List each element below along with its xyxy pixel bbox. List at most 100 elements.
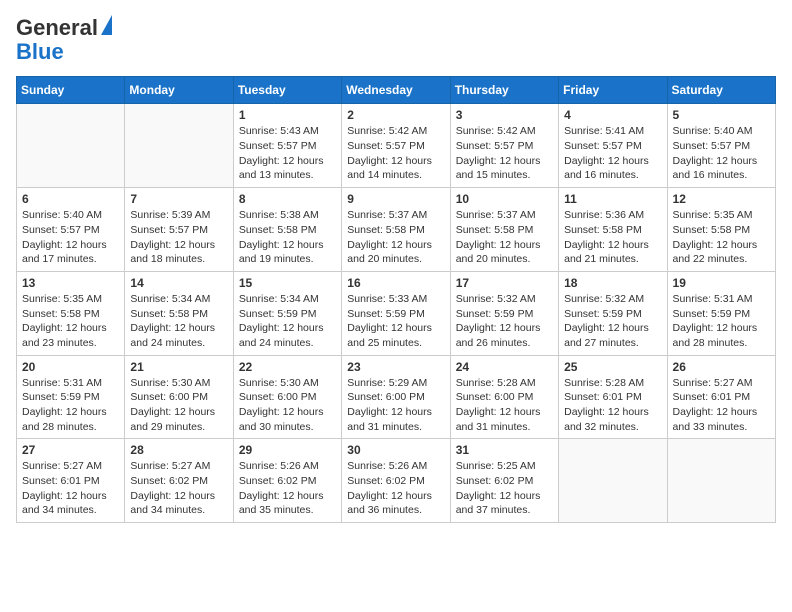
day-number: 8 — [239, 192, 336, 206]
day-info: Sunrise: 5:37 AM Sunset: 5:58 PM Dayligh… — [456, 208, 553, 267]
day-number: 14 — [130, 276, 227, 290]
day-number: 11 — [564, 192, 661, 206]
logo: General Blue — [16, 16, 112, 64]
calendar-cell: 30Sunrise: 5:26 AM Sunset: 6:02 PM Dayli… — [342, 439, 450, 523]
calendar-cell: 14 Sunrise: 5:34 AM Sunset: 5:58 PM Dayli… — [125, 271, 233, 355]
logo-blue: Blue — [16, 40, 64, 64]
day-info: Sunrise: 5:32 AM Sunset: 5:59 PM Dayligh… — [564, 292, 661, 351]
calendar-week-4: 20 Sunrise: 5:31 AM Sunset: 5:59 PM Dayli… — [17, 355, 776, 439]
day-number: 26 — [673, 360, 770, 374]
calendar-cell: 6 Sunrise: 5:40 AM Sunset: 5:57 PM Daylig… — [17, 188, 125, 272]
day-info: Sunrise: 5:31 AM Sunset: 5:59 PM Dayligh… — [22, 376, 119, 435]
day-number: 5 — [673, 108, 770, 122]
calendar-cell: 15Sunrise: 5:34 AM Sunset: 5:59 PM Dayli… — [233, 271, 341, 355]
calendar-cell: 20 Sunrise: 5:31 AM Sunset: 5:59 PM Dayli… — [17, 355, 125, 439]
weekday-friday: Friday — [559, 77, 667, 104]
day-number: 9 — [347, 192, 444, 206]
calendar-cell: 22 Sunrise: 5:30 AM Sunset: 6:00 PM Dayli… — [233, 355, 341, 439]
day-number: 2 — [347, 108, 444, 122]
day-info: Sunrise: 5:39 AM Sunset: 5:57 PM Dayligh… — [130, 208, 227, 267]
calendar-cell: 5 Sunrise: 5:40 AM Sunset: 5:57 PM Daylig… — [667, 104, 775, 188]
day-info: Sunrise: 5:35 AM Sunset: 5:58 PM Dayligh… — [673, 208, 770, 267]
calendar-cell: 28Sunrise: 5:27 AM Sunset: 6:02 PM Dayli… — [125, 439, 233, 523]
day-number: 3 — [456, 108, 553, 122]
day-info: Sunrise: 5:38 AM Sunset: 5:58 PM Dayligh… — [239, 208, 336, 267]
day-info: Sunrise: 5:31 AM Sunset: 5:59 PM Dayligh… — [673, 292, 770, 351]
day-info: Sunrise: 5:28 AM Sunset: 6:01 PM Dayligh… — [564, 376, 661, 435]
logo-general: General — [16, 16, 98, 40]
day-number: 1 — [239, 108, 336, 122]
day-number: 20 — [22, 360, 119, 374]
weekday-tuesday: Tuesday — [233, 77, 341, 104]
weekday-thursday: Thursday — [450, 77, 558, 104]
calendar-cell: 19 Sunrise: 5:31 AM Sunset: 5:59 PM Dayli… — [667, 271, 775, 355]
day-info: Sunrise: 5:27 AM Sunset: 6:01 PM Dayligh… — [673, 376, 770, 435]
day-number: 22 — [239, 360, 336, 374]
calendar-cell: 9Sunrise: 5:37 AM Sunset: 5:58 PM Daylig… — [342, 188, 450, 272]
day-number: 17 — [456, 276, 553, 290]
calendar-cell — [559, 439, 667, 523]
day-info: Sunrise: 5:43 AM Sunset: 5:57 PM Dayligh… — [239, 124, 336, 183]
calendar-week-1: 1 Sunrise: 5:43 AM Sunset: 5:57 PM Daylig… — [17, 104, 776, 188]
calendar-cell: 10 Sunrise: 5:37 AM Sunset: 5:58 PM Dayli… — [450, 188, 558, 272]
calendar-cell: 8 Sunrise: 5:38 AM Sunset: 5:58 PM Daylig… — [233, 188, 341, 272]
day-info: Sunrise: 5:25 AM Sunset: 6:02 PM Dayligh… — [456, 459, 553, 518]
day-info: Sunrise: 5:27 AM Sunset: 6:01 PM Dayligh… — [22, 459, 119, 518]
day-info: Sunrise: 5:40 AM Sunset: 5:57 PM Dayligh… — [22, 208, 119, 267]
day-number: 31 — [456, 443, 553, 457]
day-info: Sunrise: 5:33 AM Sunset: 5:59 PM Dayligh… — [347, 292, 444, 351]
day-info: Sunrise: 5:34 AM Sunset: 5:58 PM Dayligh… — [130, 292, 227, 351]
calendar-cell: 11 Sunrise: 5:36 AM Sunset: 5:58 PM Dayli… — [559, 188, 667, 272]
calendar-cell: 1 Sunrise: 5:43 AM Sunset: 5:57 PM Daylig… — [233, 104, 341, 188]
day-info: Sunrise: 5:30 AM Sunset: 6:00 PM Dayligh… — [130, 376, 227, 435]
day-number: 19 — [673, 276, 770, 290]
calendar-cell: 29 Sunrise: 5:26 AM Sunset: 6:02 PM Dayli… — [233, 439, 341, 523]
day-info: Sunrise: 5:28 AM Sunset: 6:00 PM Dayligh… — [456, 376, 553, 435]
calendar-cell: 13Sunrise: 5:35 AM Sunset: 5:58 PM Dayli… — [17, 271, 125, 355]
day-number: 12 — [673, 192, 770, 206]
day-number: 30 — [347, 443, 444, 457]
day-number: 16 — [347, 276, 444, 290]
day-number: 13 — [22, 276, 119, 290]
weekday-sunday: Sunday — [17, 77, 125, 104]
calendar-cell: 17 Sunrise: 5:32 AM Sunset: 5:59 PM Dayli… — [450, 271, 558, 355]
calendar-cell: 2 Sunrise: 5:42 AM Sunset: 5:57 PM Daylig… — [342, 104, 450, 188]
weekday-monday: Monday — [125, 77, 233, 104]
calendar-cell: 21Sunrise: 5:30 AM Sunset: 6:00 PM Dayli… — [125, 355, 233, 439]
calendar-cell — [17, 104, 125, 188]
day-number: 7 — [130, 192, 227, 206]
calendar-cell: 27Sunrise: 5:27 AM Sunset: 6:01 PM Dayli… — [17, 439, 125, 523]
day-info: Sunrise: 5:32 AM Sunset: 5:59 PM Dayligh… — [456, 292, 553, 351]
day-number: 23 — [347, 360, 444, 374]
calendar-cell: 31 Sunrise: 5:25 AM Sunset: 6:02 PM Dayli… — [450, 439, 558, 523]
logo-triangle-icon — [101, 15, 112, 35]
calendar-week-3: 13Sunrise: 5:35 AM Sunset: 5:58 PM Dayli… — [17, 271, 776, 355]
day-number: 6 — [22, 192, 119, 206]
day-info: Sunrise: 5:40 AM Sunset: 5:57 PM Dayligh… — [673, 124, 770, 183]
calendar-week-2: 6 Sunrise: 5:40 AM Sunset: 5:57 PM Daylig… — [17, 188, 776, 272]
day-info: Sunrise: 5:36 AM Sunset: 5:58 PM Dayligh… — [564, 208, 661, 267]
calendar-cell: 24Sunrise: 5:28 AM Sunset: 6:00 PM Dayli… — [450, 355, 558, 439]
day-info: Sunrise: 5:42 AM Sunset: 5:57 PM Dayligh… — [347, 124, 444, 183]
day-info: Sunrise: 5:30 AM Sunset: 6:00 PM Dayligh… — [239, 376, 336, 435]
calendar-cell: 12 Sunrise: 5:35 AM Sunset: 5:58 PM Dayli… — [667, 188, 775, 272]
page-header: General Blue — [16, 16, 776, 64]
day-info: Sunrise: 5:41 AM Sunset: 5:57 PM Dayligh… — [564, 124, 661, 183]
calendar-table: SundayMondayTuesdayWednesdayThursdayFrid… — [16, 76, 776, 523]
calendar-cell: 3Sunrise: 5:42 AM Sunset: 5:57 PM Daylig… — [450, 104, 558, 188]
calendar-cell: 7 Sunrise: 5:39 AM Sunset: 5:57 PM Daylig… — [125, 188, 233, 272]
calendar-cell: 18 Sunrise: 5:32 AM Sunset: 5:59 PM Dayli… — [559, 271, 667, 355]
day-number: 10 — [456, 192, 553, 206]
day-number: 4 — [564, 108, 661, 122]
day-info: Sunrise: 5:29 AM Sunset: 6:00 PM Dayligh… — [347, 376, 444, 435]
day-number: 15 — [239, 276, 336, 290]
weekday-wednesday: Wednesday — [342, 77, 450, 104]
calendar-cell — [125, 104, 233, 188]
calendar-cell: 4 Sunrise: 5:41 AM Sunset: 5:57 PM Daylig… — [559, 104, 667, 188]
calendar-cell — [667, 439, 775, 523]
calendar-cell: 26 Sunrise: 5:27 AM Sunset: 6:01 PM Dayli… — [667, 355, 775, 439]
day-number: 28 — [130, 443, 227, 457]
day-info: Sunrise: 5:26 AM Sunset: 6:02 PM Dayligh… — [239, 459, 336, 518]
day-number: 18 — [564, 276, 661, 290]
day-number: 29 — [239, 443, 336, 457]
